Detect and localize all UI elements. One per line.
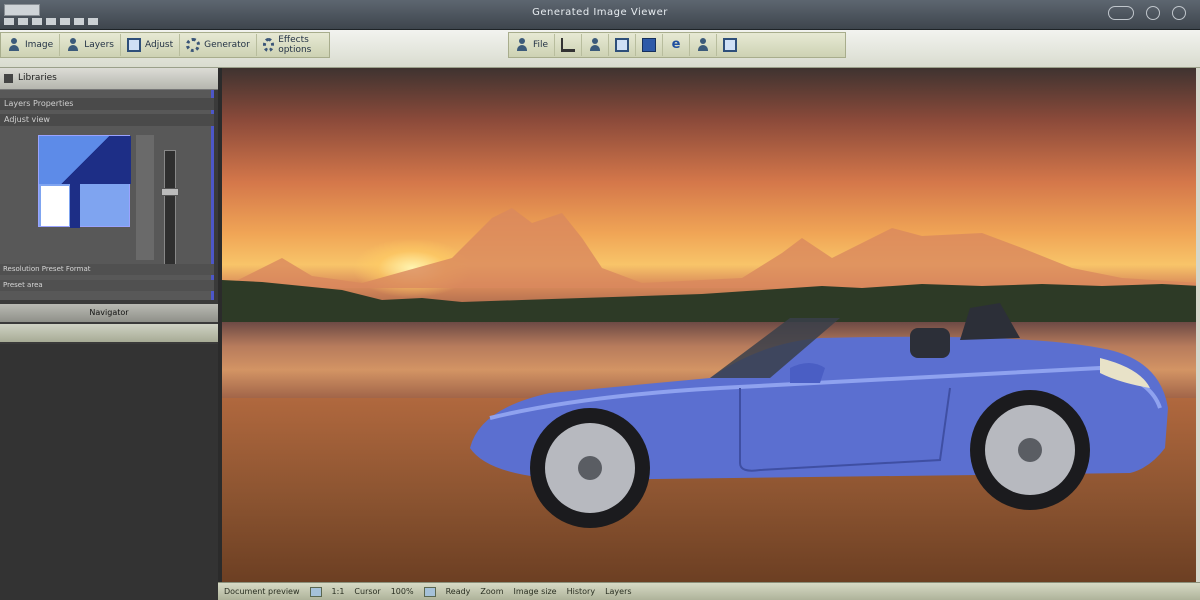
value-column — [136, 135, 154, 260]
panel-row[interactable]: Layers Properties — [0, 98, 214, 110]
slider-handle[interactable] — [161, 188, 179, 196]
toolbar-button-adjust[interactable]: Adjust — [121, 34, 181, 56]
toolbar-button-label: Image — [25, 40, 54, 50]
toolbar-button-monitor-2[interactable] — [717, 34, 743, 56]
slider-track[interactable] — [164, 150, 176, 270]
window-title: Generated Image Viewer — [532, 7, 668, 18]
status-item: Document preview — [224, 587, 300, 596]
panel-row[interactable]: Adjust view — [0, 114, 214, 126]
car-image — [470, 303, 1168, 528]
toolbar-right-group: File e — [508, 32, 846, 58]
toolbar-button-label: Effects options — [278, 35, 312, 55]
menu-item[interactable] — [74, 18, 84, 25]
navigator-area — [0, 344, 218, 600]
status-item: Image size — [513, 587, 557, 596]
left-panel: Libraries Layers Properties Adjust view … — [0, 68, 218, 600]
status-icon — [423, 586, 436, 597]
toolbar-button-label: Adjust — [144, 40, 174, 50]
toolbar-button-file[interactable]: File — [509, 34, 556, 56]
toolbar-button-image[interactable]: Image — [1, 34, 61, 56]
square-icon — [642, 38, 657, 52]
toolbar-button-generator[interactable]: Generator — [180, 34, 257, 56]
menu-item[interactable] — [60, 18, 70, 25]
toolbar-button-cart[interactable] — [555, 34, 583, 56]
monitor-icon — [723, 38, 738, 52]
toolbar-button-square[interactable] — [636, 34, 664, 56]
menu-row — [4, 18, 98, 25]
status-bar: Document preview 1:1 Cursor 100% Ready Z… — [218, 582, 1200, 600]
menu-item[interactable] — [4, 18, 14, 25]
menu-item[interactable] — [32, 18, 42, 25]
toolbar-button-browser[interactable]: e — [663, 34, 691, 56]
title-bar: Generated Image Viewer — [0, 0, 1200, 30]
status-item[interactable]: Layers — [605, 587, 631, 596]
status-item: Cursor — [354, 587, 381, 596]
color-swatch-preview[interactable] — [38, 135, 131, 228]
image-canvas[interactable] — [222, 68, 1200, 586]
status-item[interactable]: History — [567, 587, 595, 596]
rear-wheel — [530, 408, 650, 528]
monitor-icon — [615, 38, 630, 52]
panel-header[interactable]: Libraries — [0, 68, 218, 90]
front-wheel — [970, 390, 1090, 510]
vertical-scrollbar[interactable] — [1196, 68, 1200, 582]
toolbar-button-label: Layers — [84, 40, 114, 50]
cart-icon — [561, 38, 576, 52]
close-button[interactable] — [1172, 6, 1186, 20]
gear-icon — [262, 38, 275, 52]
mountains — [222, 208, 1200, 288]
panel-body: Layers Properties Adjust view Resolution… — [0, 90, 214, 300]
toolbar-button-user-2[interactable] — [690, 34, 718, 56]
navigator-toolbar[interactable] — [0, 324, 218, 342]
status-icon — [309, 586, 322, 597]
toolbar-button-layers[interactable]: Layers — [60, 34, 121, 56]
toolbar-button-effects[interactable]: Effects options — [257, 34, 329, 56]
user-icon — [66, 38, 80, 52]
status-item: 1:1 — [331, 587, 345, 596]
menu-item[interactable] — [46, 18, 56, 25]
user-icon — [515, 38, 529, 52]
toolbar-left-group: Image Layers Adjust Generator Effects op… — [0, 32, 330, 58]
panel-bottom-row: Resolution Preset Format — [0, 264, 214, 275]
navigator-header[interactable]: Navigator — [0, 304, 218, 322]
menu-item[interactable] — [18, 18, 28, 25]
e-icon: e — [671, 37, 681, 52]
menu-item[interactable] — [88, 18, 98, 25]
toolbar-button-label: File — [533, 40, 549, 50]
status-item[interactable]: 100% — [391, 587, 414, 596]
user-icon — [588, 38, 602, 52]
panel-bottom-row: Preset area — [0, 280, 214, 291]
gear-icon — [186, 38, 201, 52]
swatch-white-block — [41, 186, 69, 226]
toolbar: Image Layers Adjust Generator Effects op… — [0, 30, 1200, 68]
swatch-triangle — [39, 136, 131, 184]
toolbar-button-monitor[interactable] — [609, 34, 637, 56]
monitor-icon — [126, 38, 141, 52]
toolbar-button-label: Generator — [204, 40, 250, 50]
account-button[interactable] — [1108, 6, 1134, 20]
user-icon — [696, 38, 710, 52]
status-item: Ready — [445, 587, 471, 596]
toolbar-button-user[interactable] — [582, 34, 610, 56]
swatch-navy-block — [70, 184, 80, 228]
status-item[interactable]: Zoom — [480, 587, 503, 596]
window-controls — [1108, 6, 1186, 20]
minimize-button[interactable] — [1146, 6, 1160, 20]
user-icon — [7, 38, 21, 52]
